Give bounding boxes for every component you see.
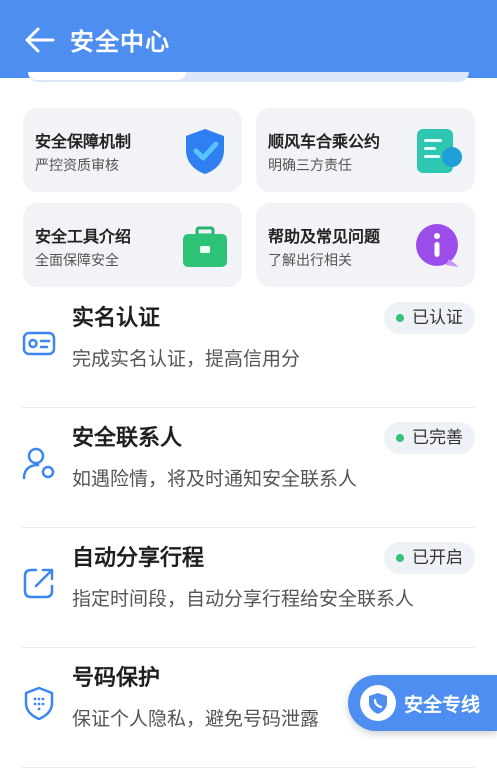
row-auto-share-trip[interactable]: 自动分享行程 指定时间段，自动分享行程给安全联系人 已开启 bbox=[22, 528, 475, 648]
card-carpool-convention[interactable]: 顺风车合乘公约 明确三方责任 bbox=[256, 108, 475, 192]
card-subtitle: 了解出行相关 bbox=[268, 253, 352, 269]
phone-shield-icon bbox=[369, 693, 387, 714]
card-title: 安全保障机制 bbox=[35, 132, 132, 151]
status-badge: 已认证 bbox=[384, 302, 475, 334]
back-arrow-icon[interactable] bbox=[24, 26, 56, 54]
document-icon bbox=[417, 129, 462, 173]
page-title: 安全中心 bbox=[70, 28, 170, 56]
share-icon bbox=[23, 568, 54, 599]
app-header: 安全中心 bbox=[0, 0, 497, 78]
hotline-badge bbox=[360, 685, 396, 721]
row-description: 指定时间段，自动分享行程给安全联系人 bbox=[72, 588, 415, 610]
phone-shield-icon bbox=[24, 686, 54, 720]
tab-strip bbox=[28, 72, 469, 82]
row-description: 完成实名认证，提高信用分 bbox=[72, 348, 301, 370]
row-real-name-auth[interactable]: 实名认证 完成实名认证，提高信用分 已认证 bbox=[22, 288, 475, 408]
shield-check-icon bbox=[186, 129, 224, 174]
tab-strip-active bbox=[28, 72, 186, 80]
toolbox-icon bbox=[183, 226, 227, 267]
card-subtitle: 明确三方责任 bbox=[268, 158, 352, 174]
contact-person-icon bbox=[22, 447, 55, 480]
card-title: 安全工具介绍 bbox=[35, 227, 132, 246]
card-subtitle: 严控资质审核 bbox=[35, 158, 119, 174]
row-title: 自动分享行程 bbox=[72, 546, 205, 571]
row-title: 号码保护 bbox=[72, 666, 161, 691]
row-title: 实名认证 bbox=[72, 306, 161, 331]
info-bubble-icon bbox=[416, 224, 459, 267]
card-safety-mechanism[interactable]: 安全保障机制 严控资质审核 bbox=[23, 108, 242, 192]
hotline-label: 安全专线 bbox=[404, 694, 481, 716]
row-description: 保证个人隐私，避免号码泄露 bbox=[72, 708, 320, 730]
card-help-faq[interactable]: 帮助及常见问题 了解出行相关 bbox=[256, 203, 475, 287]
row-title: 安全联系人 bbox=[72, 426, 183, 451]
card-title: 帮助及常见问题 bbox=[268, 227, 381, 246]
row-emergency-contact[interactable]: 安全联系人 如遇险情，将及时通知安全联系人 已完善 bbox=[22, 408, 475, 528]
safety-hotline-button[interactable]: 安全专线 bbox=[348, 675, 497, 731]
status-badge: 已完善 bbox=[384, 422, 475, 454]
row-description: 如遇险情，将及时通知安全联系人 bbox=[72, 468, 358, 490]
divider bbox=[22, 767, 475, 768]
id-card-icon bbox=[22, 331, 56, 356]
status-badge: 已开启 bbox=[384, 542, 475, 574]
card-title: 顺风车合乘公约 bbox=[268, 132, 381, 151]
card-subtitle: 全面保障安全 bbox=[35, 253, 119, 269]
card-safety-tools[interactable]: 安全工具介绍 全面保障安全 bbox=[23, 203, 242, 287]
